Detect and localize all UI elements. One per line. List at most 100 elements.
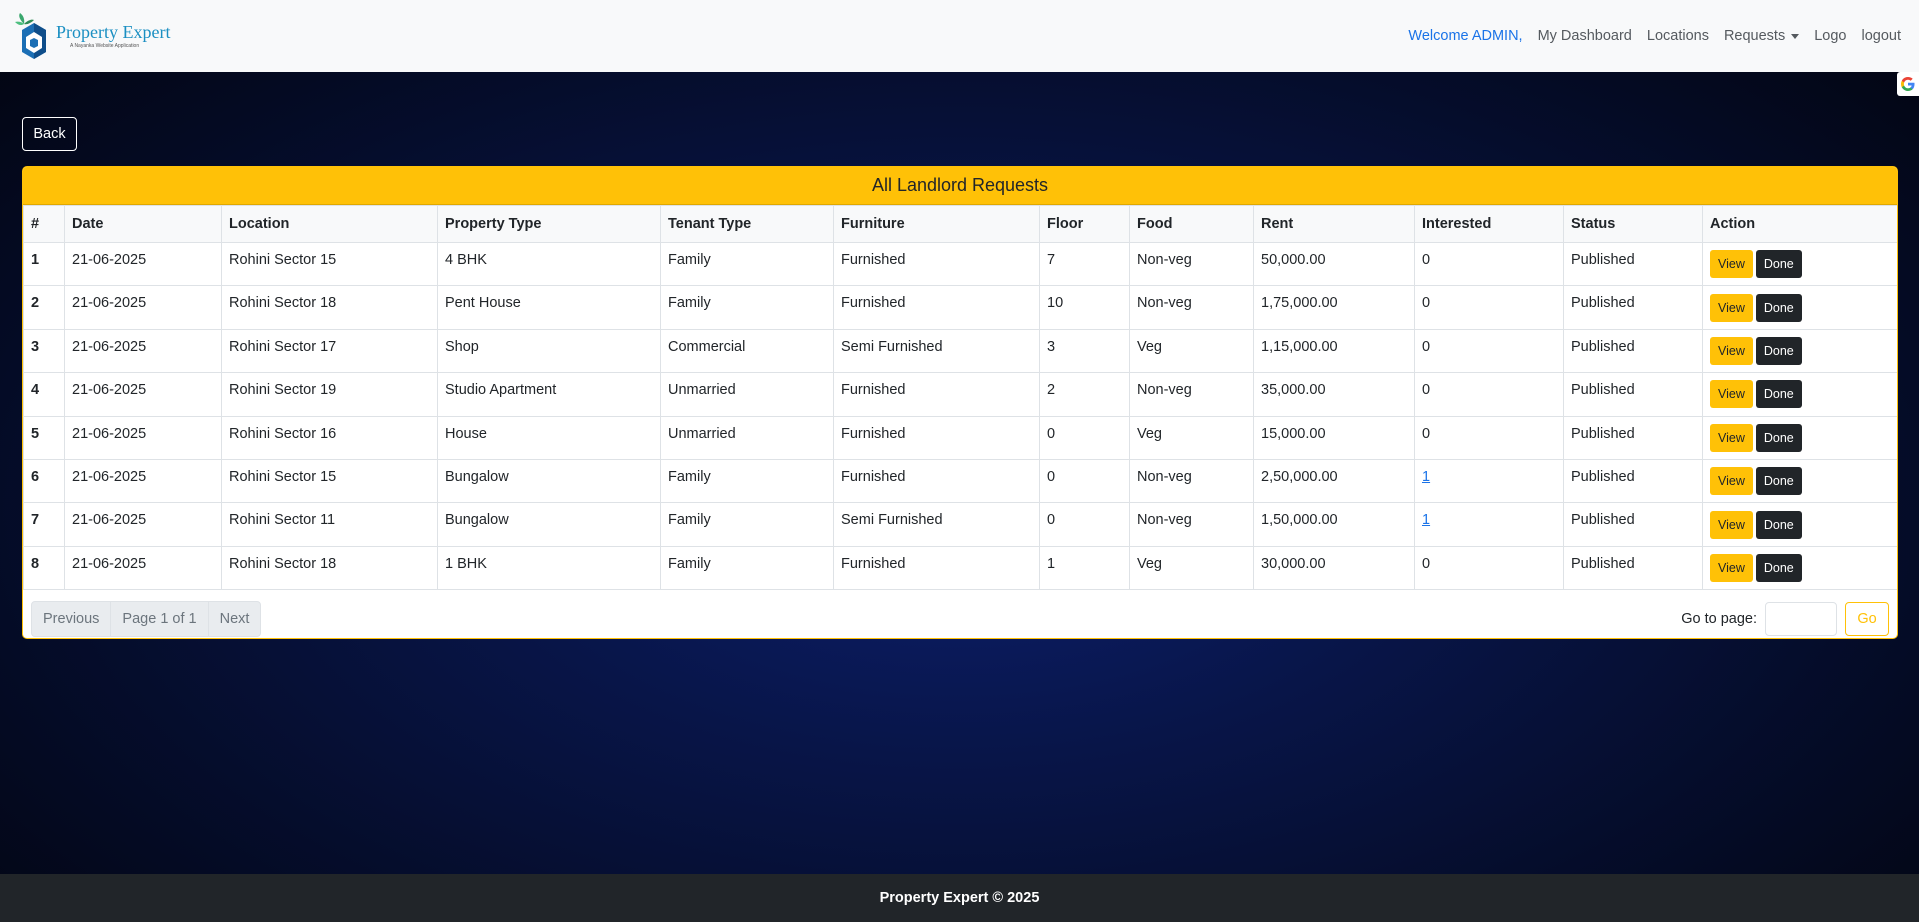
- date-cell: 21-06-2025: [64, 328, 222, 374]
- column-header: Property Type: [437, 205, 661, 243]
- done-button[interactable]: Done: [1755, 423, 1802, 452]
- nav-dashboard-link[interactable]: My Dashboard: [1538, 28, 1632, 44]
- view-button[interactable]: View: [1710, 423, 1753, 452]
- location-cell: Rohini Sector 18: [221, 545, 438, 591]
- tenant-type-cell: Family: [660, 502, 834, 547]
- navbar: Property Expert A Nayanka Website Applic…: [0, 0, 1919, 72]
- location-cell: Rohini Sector 11: [221, 502, 438, 547]
- goto-page-input[interactable]: [1765, 602, 1837, 637]
- view-button[interactable]: View: [1710, 380, 1753, 409]
- page-info: Page 1 of 1: [111, 602, 209, 637]
- view-button[interactable]: View: [1710, 467, 1753, 496]
- action-cell: View Done: [1702, 415, 1897, 460]
- done-button[interactable]: Done: [1755, 553, 1802, 582]
- requests-card: All Landlord Requests # Date Location Prope…: [22, 166, 1898, 639]
- row-number: 2: [23, 285, 65, 330]
- done-button[interactable]: Done: [1755, 467, 1802, 496]
- action-cell: View Done: [1702, 545, 1897, 591]
- food-cell: Veg: [1129, 415, 1254, 460]
- floor-cell: 2: [1039, 372, 1130, 417]
- nav-logout-link[interactable]: logout: [1861, 28, 1901, 44]
- next-page-button[interactable]: Next: [209, 602, 261, 636]
- interested-link[interactable]: 1: [1422, 469, 1430, 485]
- location-cell: Rohini Sector 16: [221, 415, 438, 460]
- view-button[interactable]: View: [1710, 553, 1753, 582]
- view-button[interactable]: View: [1710, 510, 1753, 539]
- food-cell: Non-veg: [1129, 502, 1254, 547]
- floor-cell: 0: [1039, 458, 1130, 504]
- row-number: 7: [23, 502, 65, 547]
- interested-cell: 0: [1414, 415, 1564, 460]
- action-cell: View Done: [1702, 502, 1897, 547]
- floor-cell: 10: [1039, 285, 1130, 330]
- property-type-cell: Bungalow: [437, 458, 661, 504]
- furniture-cell: Furnished: [833, 415, 1040, 460]
- action-cell: View Done: [1702, 285, 1897, 330]
- status-cell: Published: [1563, 458, 1703, 504]
- tenant-type-cell: Family: [660, 241, 834, 287]
- back-button[interactable]: Back: [22, 117, 77, 151]
- done-button[interactable]: Done: [1755, 336, 1802, 365]
- table-row: 4 21-06-2025 Rohini Sector 19 Studio Apartm…: [23, 372, 1897, 417]
- row-number: 1: [23, 241, 65, 287]
- requests-table: # Date Location Property Type Tenant Type Fur…: [23, 205, 1897, 591]
- done-button[interactable]: Done: [1755, 250, 1802, 279]
- row-number: 3: [23, 328, 65, 374]
- tenant-type-cell: Commercial: [660, 328, 834, 374]
- tenant-type-cell: Unmarried: [660, 372, 834, 417]
- tenant-type-cell: Unmarried: [660, 415, 834, 460]
- furniture-cell: Furnished: [833, 285, 1040, 330]
- nav-logo-link[interactable]: Logo: [1814, 28, 1846, 44]
- view-button[interactable]: View: [1710, 250, 1753, 279]
- date-cell: 21-06-2025: [64, 458, 222, 504]
- done-button[interactable]: Done: [1755, 510, 1802, 539]
- status-cell: Published: [1563, 545, 1703, 591]
- property-type-cell: Pent House: [437, 285, 661, 330]
- date-cell: 21-06-2025: [64, 415, 222, 460]
- property-type-cell: Shop: [437, 328, 661, 374]
- goto-page: Go to page: Go: [1681, 602, 1889, 637]
- property-type-cell: 4 BHK: [437, 241, 661, 287]
- column-header: Location: [221, 205, 438, 243]
- column-header: Floor: [1039, 205, 1130, 243]
- row-number: 8: [23, 545, 65, 591]
- interested-cell: 0: [1414, 285, 1564, 330]
- table-row: 8 21-06-2025 Rohini Sector 18 1 BHK Family Fu…: [23, 545, 1897, 591]
- previous-page-button[interactable]: Previous: [32, 602, 112, 637]
- rent-cell: 30,000.00: [1253, 545, 1415, 591]
- food-cell: Non-veg: [1129, 241, 1254, 287]
- rent-cell: 50,000.00: [1253, 241, 1415, 287]
- date-cell: 21-06-2025: [64, 545, 222, 591]
- table-row: 2 21-06-2025 Rohini Sector 18 Pent House Fam…: [23, 285, 1897, 330]
- brand-logo[interactable]: Property Expert A Nayanka Website Applic…: [12, 6, 170, 66]
- location-cell: Rohini Sector 15: [221, 458, 438, 504]
- rent-cell: 1,15,000.00: [1253, 328, 1415, 374]
- view-button[interactable]: View: [1710, 293, 1753, 322]
- done-button[interactable]: Done: [1755, 293, 1802, 322]
- row-number: 4: [23, 372, 65, 417]
- status-cell: Published: [1563, 502, 1703, 547]
- footer: Property Expert © 2025: [0, 874, 1919, 922]
- interested-cell: 0: [1414, 241, 1564, 287]
- interested-link[interactable]: 1: [1422, 512, 1430, 528]
- view-button[interactable]: View: [1710, 336, 1753, 365]
- pagination: Previous Page 1 of 1 Next: [31, 601, 262, 638]
- table-row: 5 21-06-2025 Rohini Sector 16 House Unmarrie…: [23, 415, 1897, 460]
- action-cell: View Done: [1702, 328, 1897, 374]
- date-cell: 21-06-2025: [64, 372, 222, 417]
- floor-cell: 0: [1039, 502, 1130, 547]
- column-header: #: [23, 205, 65, 243]
- column-header: Tenant Type: [660, 205, 834, 243]
- nav-locations-link[interactable]: Locations: [1647, 28, 1709, 44]
- interested-cell: 0: [1414, 545, 1564, 591]
- property-type-cell: House: [437, 415, 661, 460]
- done-button[interactable]: Done: [1755, 380, 1802, 409]
- location-cell: Rohini Sector 17: [221, 328, 438, 374]
- google-g-icon[interactable]: [1897, 72, 1919, 96]
- go-button[interactable]: Go: [1845, 602, 1889, 637]
- caret-down-icon: [1791, 33, 1800, 39]
- nav-links: Welcome ADMIN, My Dashboard Locations Re…: [1408, 28, 1901, 44]
- nav-requests-dropdown[interactable]: Requests: [1724, 28, 1800, 44]
- property-type-cell: Bungalow: [437, 502, 661, 547]
- furniture-cell: Furnished: [833, 458, 1040, 504]
